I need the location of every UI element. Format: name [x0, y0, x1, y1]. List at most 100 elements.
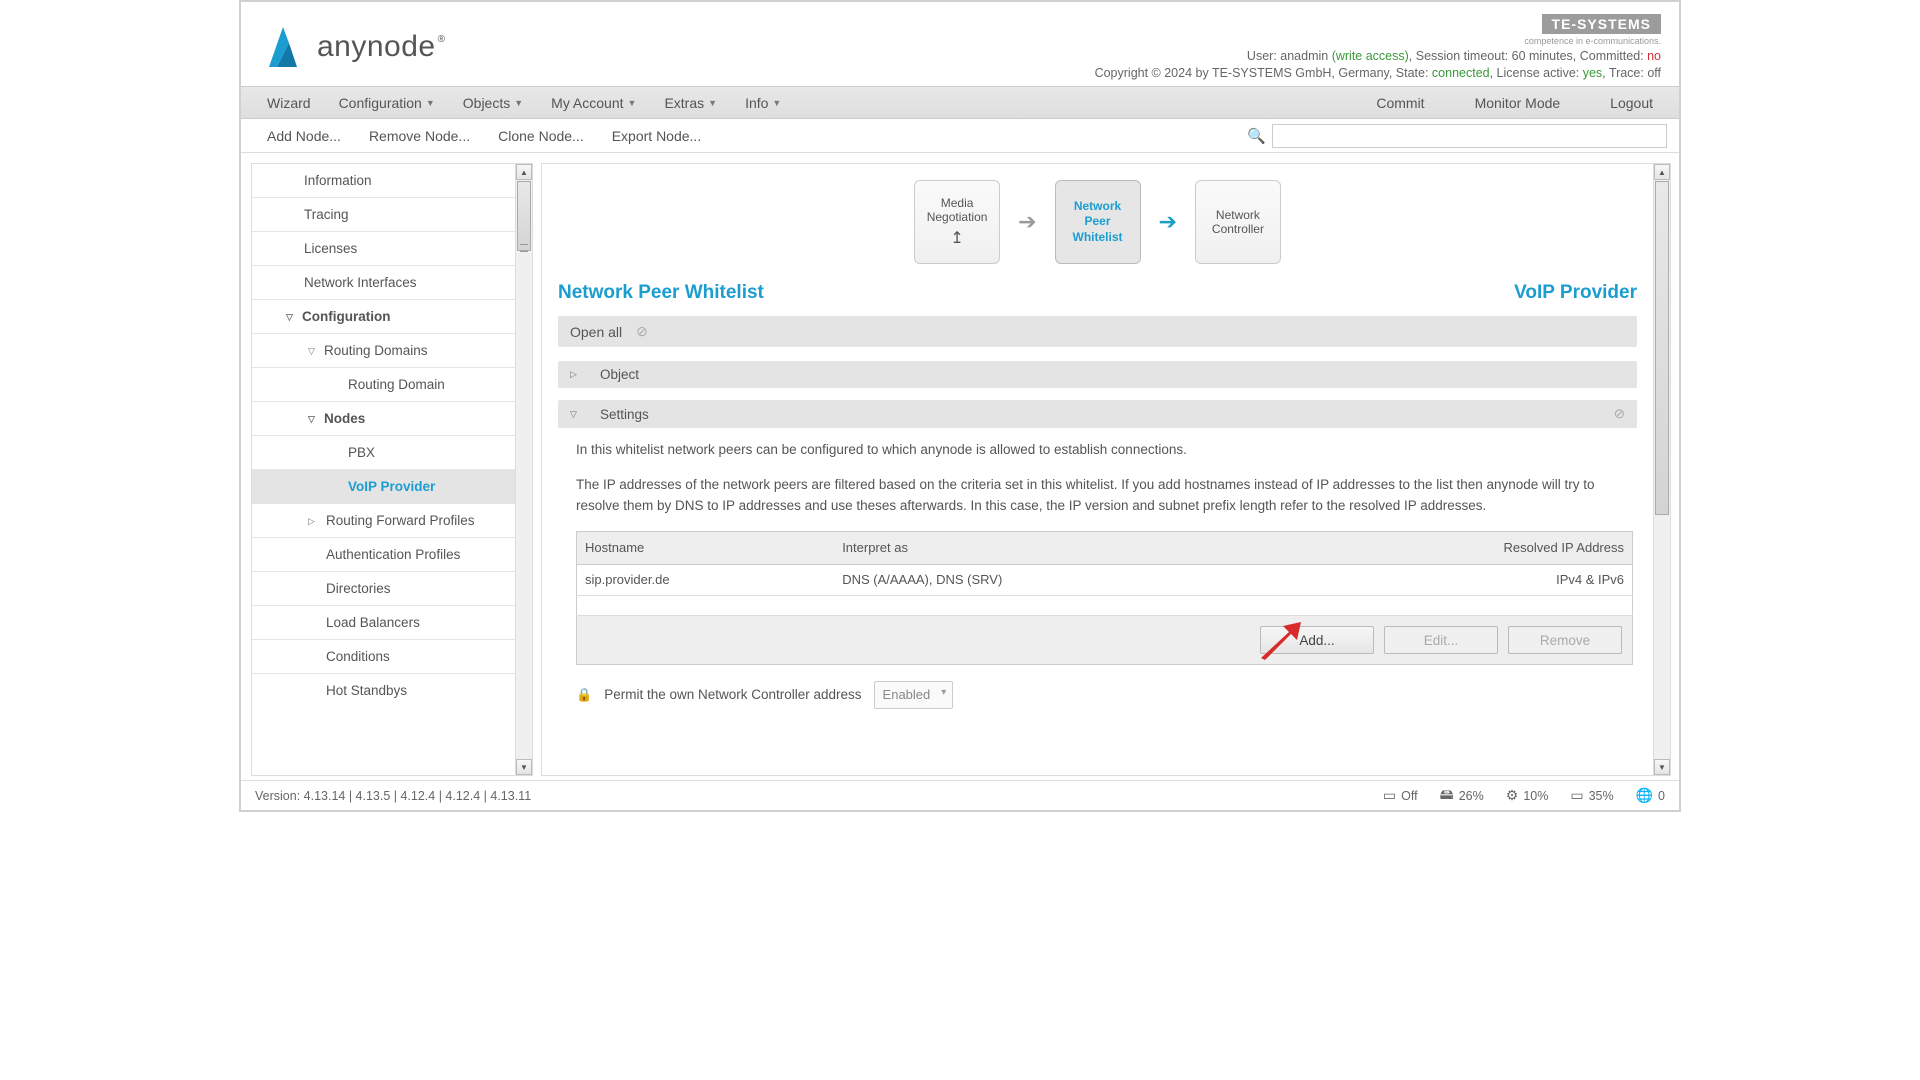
sidebar-item-pbx[interactable]: PBX — [252, 436, 515, 470]
sidebar-item-voip-provider[interactable]: VoIP Provider — [252, 470, 515, 504]
triangle-down-icon: ▽ — [308, 414, 315, 425]
status-hw: ▭Off — [1383, 787, 1418, 804]
settings-intro-2: The IP addresses of the network peers ar… — [576, 475, 1633, 517]
sidebar-item-hot-standbys[interactable]: Hot Standbys — [252, 674, 515, 707]
version-label: Version: 4.13.14 | 4.13.5 | 4.12.4 | 4.1… — [255, 789, 531, 803]
scroll-thumb[interactable] — [1655, 181, 1669, 515]
settings-body: In this whitelist network peers can be c… — [558, 440, 1637, 709]
sidebar-item-directories[interactable]: Directories — [252, 572, 515, 606]
menu-monitor-mode[interactable]: Monitor Mode — [1461, 88, 1575, 118]
open-all-bar[interactable]: Open all ⊘ — [558, 316, 1637, 347]
vendor-tagline: competence in e-communications. — [1524, 36, 1661, 46]
arrow-right-icon: ➔ — [1018, 209, 1036, 235]
settings-intro-1: In this whitelist network peers can be c… — [576, 440, 1633, 461]
menu-info[interactable]: Info▼ — [731, 88, 795, 118]
scroll-up-icon[interactable]: ▲ — [516, 164, 532, 180]
page-subtitle: VoIP Provider — [1514, 282, 1637, 304]
app-window: anynode® TE-SYSTEMS competence in e-comm… — [239, 0, 1681, 812]
main-panel: Media Negotiation↥ ➔ Network Peer Whitel… — [541, 163, 1671, 776]
flow-network-peer-whitelist[interactable]: Network Peer Whitelist — [1055, 180, 1141, 264]
arrow-right-icon: ➔ — [1159, 209, 1177, 235]
scroll-up-icon[interactable]: ▲ — [1654, 164, 1670, 180]
page-title: Network Peer Whitelist — [558, 282, 764, 304]
caret-down-icon: ▼ — [772, 98, 781, 108]
triangle-right-icon: ▷ — [308, 516, 315, 527]
main-scrollbar[interactable]: ▲ ▼ — [1653, 164, 1670, 775]
col-interpret-as: Interpret as — [834, 531, 1283, 564]
whitelist-table: Hostname Interpret as Resolved IP Addres… — [576, 531, 1633, 616]
table-button-row: Add... Edit... Remove — [576, 616, 1633, 665]
menu-wizard[interactable]: Wizard — [253, 88, 325, 118]
sidebar-item-tracing[interactable]: Tracing — [252, 198, 515, 232]
add-node-button[interactable]: Add Node... — [253, 124, 355, 148]
caret-down-icon: ▼ — [426, 98, 435, 108]
flow-network-controller[interactable]: Network Controller — [1195, 180, 1281, 264]
content-body: Information Tracing Licenses Network Int… — [241, 153, 1679, 780]
header: anynode® TE-SYSTEMS competence in e-comm… — [241, 2, 1679, 86]
export-node-button[interactable]: Export Node... — [598, 124, 716, 148]
brand-logo: anynode® — [259, 14, 443, 80]
flow-media-negotiation[interactable]: Media Negotiation↥ — [914, 180, 1000, 264]
add-button[interactable]: Add... — [1260, 626, 1374, 654]
clone-node-button[interactable]: Clone Node... — [484, 124, 598, 148]
cpu-icon: ⚙ — [1506, 787, 1519, 804]
permit-label: Permit the own Network Controller addres… — [604, 685, 861, 706]
return-icon: ↥ — [950, 228, 963, 248]
copyright-line: Copyright © 2024 by TE-SYSTEMS GmbH, Ger… — [1095, 66, 1661, 80]
flow-diagram: Media Negotiation↥ ➔ Network Peer Whitel… — [558, 180, 1637, 264]
card-icon: ▭ — [1383, 787, 1396, 804]
menu-logout[interactable]: Logout — [1596, 88, 1667, 118]
permit-row: 🔒 Permit the own Network Controller addr… — [576, 681, 1633, 709]
section-settings-header[interactable]: ▽ Settings ⊘ — [558, 400, 1637, 428]
disabled-icon: ⊘ — [636, 323, 648, 340]
brand-name: anynode® — [317, 30, 443, 64]
header-info: TE-SYSTEMS competence in e-communication… — [1095, 14, 1661, 80]
main-menu: Wizard Configuration▼ Objects▼ My Accoun… — [241, 86, 1679, 119]
menu-my-account[interactable]: My Account▼ — [537, 88, 650, 118]
sidebar-item-routing-forward-profiles[interactable]: ▷Routing Forward Profiles — [252, 504, 515, 538]
menu-configuration[interactable]: Configuration▼ — [325, 88, 449, 118]
triangle-right-icon: ▷ — [570, 369, 580, 380]
status-bar: Version: 4.13.14 | 4.13.5 | 4.12.4 | 4.1… — [241, 780, 1679, 810]
menu-objects[interactable]: Objects▼ — [449, 88, 537, 118]
triangle-down-icon: ▽ — [570, 409, 580, 420]
sidebar-item-conditions[interactable]: Conditions — [252, 640, 515, 674]
sidebar-item-network-interfaces[interactable]: Network Interfaces — [252, 266, 515, 300]
sidebar-item-configuration[interactable]: ▽Configuration — [252, 300, 515, 334]
sidebar-item-load-balancers[interactable]: Load Balancers — [252, 606, 515, 640]
sidebar-item-information[interactable]: Information — [252, 164, 515, 198]
scroll-down-icon[interactable]: ▼ — [1654, 759, 1670, 775]
status-disk: 🖴26% — [1440, 784, 1484, 808]
scroll-thumb[interactable] — [517, 181, 531, 251]
caret-down-icon: ▼ — [514, 98, 523, 108]
search-icon: 🔍 — [1247, 127, 1266, 145]
triangle-down-icon: ▽ — [286, 312, 293, 323]
sidebar-scrollbar[interactable]: ▲ ▼ — [515, 164, 532, 775]
remove-node-button[interactable]: Remove Node... — [355, 124, 484, 148]
lock-icon: 🔒 — [576, 685, 592, 705]
table-row[interactable]: sip.provider.de DNS (A/AAAA), DNS (SRV) … — [577, 564, 1633, 595]
section-object-header[interactable]: ▷ Object — [558, 361, 1637, 388]
menu-extras[interactable]: Extras▼ — [650, 88, 731, 118]
menu-commit[interactable]: Commit — [1362, 88, 1438, 118]
sidebar-item-nodes[interactable]: ▽Nodes — [252, 402, 515, 436]
sidebar-item-auth-profiles[interactable]: Authentication Profiles — [252, 538, 515, 572]
triangle-down-icon: ▽ — [308, 346, 315, 357]
remove-button[interactable]: Remove — [1508, 626, 1622, 654]
sidebar-item-routing-domain[interactable]: Routing Domain — [252, 368, 515, 402]
network-icon: 🌐 — [1636, 787, 1653, 804]
status-cpu: ⚙10% — [1506, 787, 1549, 804]
edit-button[interactable]: Edit... — [1384, 626, 1498, 654]
sidebar-item-licenses[interactable]: Licenses — [252, 232, 515, 266]
permit-select[interactable]: Enabled — [874, 681, 954, 709]
caret-down-icon: ▼ — [708, 98, 717, 108]
status-net: 🌐0 — [1636, 787, 1665, 804]
anynode-logo-icon — [259, 19, 307, 76]
node-toolbar: Add Node... Remove Node... Clone Node...… — [241, 119, 1679, 153]
col-hostname: Hostname — [577, 531, 835, 564]
scroll-down-icon[interactable]: ▼ — [516, 759, 532, 775]
sidebar-item-routing-domains[interactable]: ▽Routing Domains — [252, 334, 515, 368]
disk-icon: 🖴 — [1440, 784, 1454, 808]
caret-down-icon: ▼ — [628, 98, 637, 108]
search-input[interactable] — [1272, 124, 1667, 148]
